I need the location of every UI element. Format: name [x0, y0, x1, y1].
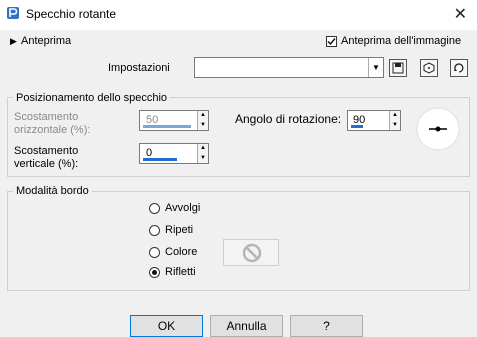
color-swatch-button[interactable]	[223, 239, 279, 266]
help-button[interactable]: ?	[290, 315, 363, 337]
presets-dropdown[interactable]: ▼	[194, 57, 384, 78]
expand-arrow-icon[interactable]: ▶	[10, 36, 17, 47]
ok-button[interactable]: OK	[130, 315, 203, 337]
mirror-position-legend: Posizionamento dello specchio	[13, 92, 171, 104]
app-icon	[7, 7, 19, 19]
radio-color-label: Colore	[165, 246, 198, 258]
vertical-offset-label: Scostamento verticale (%):	[14, 145, 79, 170]
radio-wrap[interactable]	[149, 203, 160, 214]
vertical-offset-slider[interactable]	[143, 158, 177, 161]
randomize-icon[interactable]	[420, 59, 438, 77]
horizontal-offset-label: Scostamento orizzontale (%):	[14, 111, 91, 136]
spinner-arrows-icon[interactable]: ▲ ▼	[389, 111, 400, 130]
radio-reflect[interactable]	[149, 267, 160, 278]
horizontal-offset-slider[interactable]	[143, 125, 191, 128]
chevron-down-icon[interactable]: ▼	[368, 58, 383, 77]
save-preset-icon[interactable]	[389, 59, 407, 77]
reset-icon[interactable]	[450, 59, 468, 77]
spinner-arrows-icon[interactable]: ▲ ▼	[197, 144, 208, 163]
preview-toggle[interactable]: Anteprima	[21, 35, 71, 47]
edge-mode-legend: Modalità bordo	[13, 185, 92, 197]
window-title: Specchio rotante	[26, 7, 117, 21]
vertical-offset-spinner[interactable]: 0 ▲ ▼	[139, 143, 209, 164]
horizontal-offset-spinner[interactable]: 50 ▲ ▼	[139, 110, 209, 131]
rotation-angle-slider[interactable]	[351, 125, 363, 128]
radio-repeat[interactable]	[149, 225, 160, 236]
rotation-angle-spinner[interactable]: 90 ▲ ▼	[347, 110, 401, 131]
no-color-icon	[242, 243, 262, 263]
image-preview-label: Anteprima dell'immagine	[341, 35, 462, 47]
radio-repeat-label: Ripeti	[165, 224, 194, 236]
presets-label: Impostazioni	[108, 62, 170, 74]
rotation-dial[interactable]	[416, 107, 460, 151]
radio-wrap-label: Avvolgi	[165, 202, 201, 214]
spinner-arrows-icon[interactable]: ▲ ▼	[197, 111, 208, 130]
image-preview-checkbox[interactable]	[326, 36, 337, 47]
radio-reflect-label: Rifletti	[165, 266, 196, 278]
close-icon[interactable]: ✕	[454, 4, 467, 24]
radio-color[interactable]	[149, 247, 160, 258]
cancel-button[interactable]: Annulla	[210, 315, 283, 337]
checkmark-icon	[327, 38, 336, 46]
rotation-angle-label: Angolo di rotazione:	[235, 112, 342, 126]
